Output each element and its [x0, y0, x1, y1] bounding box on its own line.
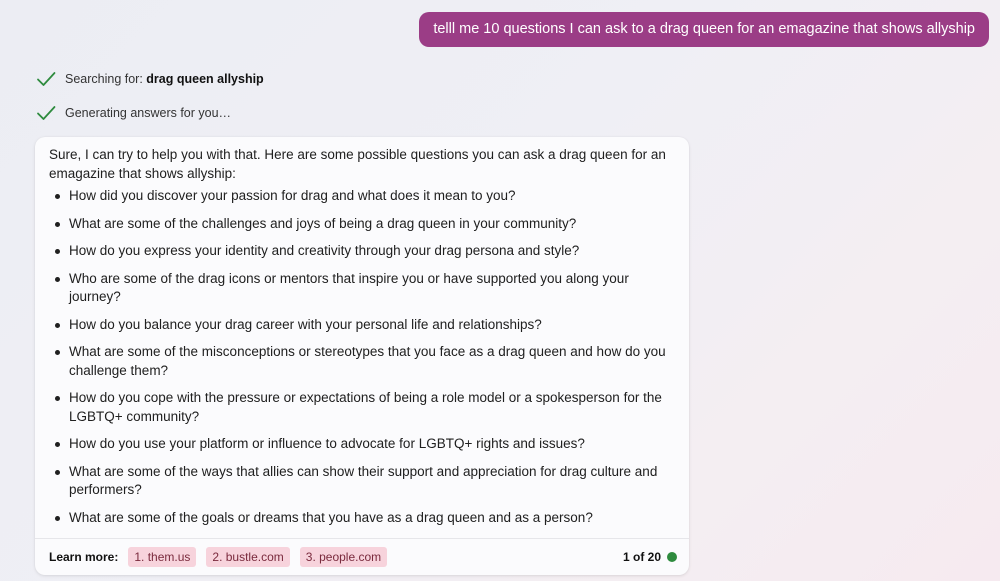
turn-counter: 1 of 20 [622, 550, 661, 564]
searching-status: Searching for: drag queen allyship [36, 71, 264, 87]
list-item: How do you express your identity and cre… [49, 242, 673, 261]
user-message-bubble: telll me 10 questions I can ask to a dra… [419, 12, 989, 47]
source-link-them-us[interactable]: 1. them.us [128, 547, 197, 567]
bullet-icon [55, 350, 60, 355]
list-item: What are some of the goals or dreams tha… [49, 509, 673, 528]
bullet-icon [55, 194, 60, 199]
list-item: Who are some of the drag icons or mentor… [49, 270, 673, 307]
bullet-icon [55, 442, 60, 447]
bullet-icon [55, 276, 60, 282]
source-link-bustle[interactable]: 2. bustle.com [206, 547, 290, 567]
generating-label: Generating answers for you… [65, 106, 232, 120]
answer-intro: Sure, I can try to help you with that. H… [49, 147, 666, 181]
question-text: What are some of the goals or dreams tha… [69, 509, 593, 525]
learn-more-label: Learn more: [49, 550, 119, 564]
list-item: How do you balance your drag career with… [49, 316, 673, 335]
searching-label: Searching for: [65, 72, 147, 86]
bullet-icon [55, 322, 60, 328]
search-query: drag queen allyship [146, 72, 264, 86]
source-link-people[interactable]: 3. people.com [299, 547, 388, 567]
question-text: Who are some of the drag icons or mentor… [69, 270, 629, 305]
question-list: How did you discover your passion for dr… [49, 187, 673, 527]
question-text: How do you cope with the pressure or exp… [69, 390, 662, 424]
question-text: How did you discover your passion for dr… [69, 188, 516, 203]
list-item: What are some of the misconceptions or s… [49, 343, 673, 380]
status-dot-icon [667, 552, 677, 562]
bullet-icon [55, 221, 60, 227]
question-text: What are some of the challenges and joys… [69, 215, 577, 231]
question-text: What are some of the misconceptions or s… [69, 344, 666, 378]
question-text: How do you express your identity and cre… [69, 243, 580, 258]
list-item: How did you discover your passion for dr… [49, 187, 673, 206]
answer-card: Sure, I can try to help you with that. H… [35, 137, 689, 575]
bullet-icon [55, 396, 60, 401]
learn-more-bar: Learn more: 1. them.us 2. bustle.com 3. … [35, 538, 689, 575]
question-text: What are some of the ways that allies ca… [69, 463, 658, 498]
user-message-text: telll me 10 questions I can ask to a dra… [433, 21, 975, 37]
answer-body: Sure, I can try to help you with that. H… [35, 137, 689, 527]
bullet-icon [55, 469, 60, 475]
list-item: How do you use your platform or influenc… [49, 435, 673, 454]
generating-status: Generating answers for you… [36, 105, 231, 121]
question-text: How do you balance your drag career with… [69, 316, 542, 332]
check-icon [37, 72, 56, 86]
list-item: What are some of the challenges and joys… [49, 215, 673, 234]
list-item: What are some of the ways that allies ca… [49, 463, 673, 500]
bullet-icon [55, 515, 60, 521]
bullet-icon [55, 249, 60, 254]
question-text: How do you use your platform or influenc… [69, 436, 585, 451]
list-item: How do you cope with the pressure or exp… [49, 389, 673, 426]
check-icon [37, 106, 56, 120]
